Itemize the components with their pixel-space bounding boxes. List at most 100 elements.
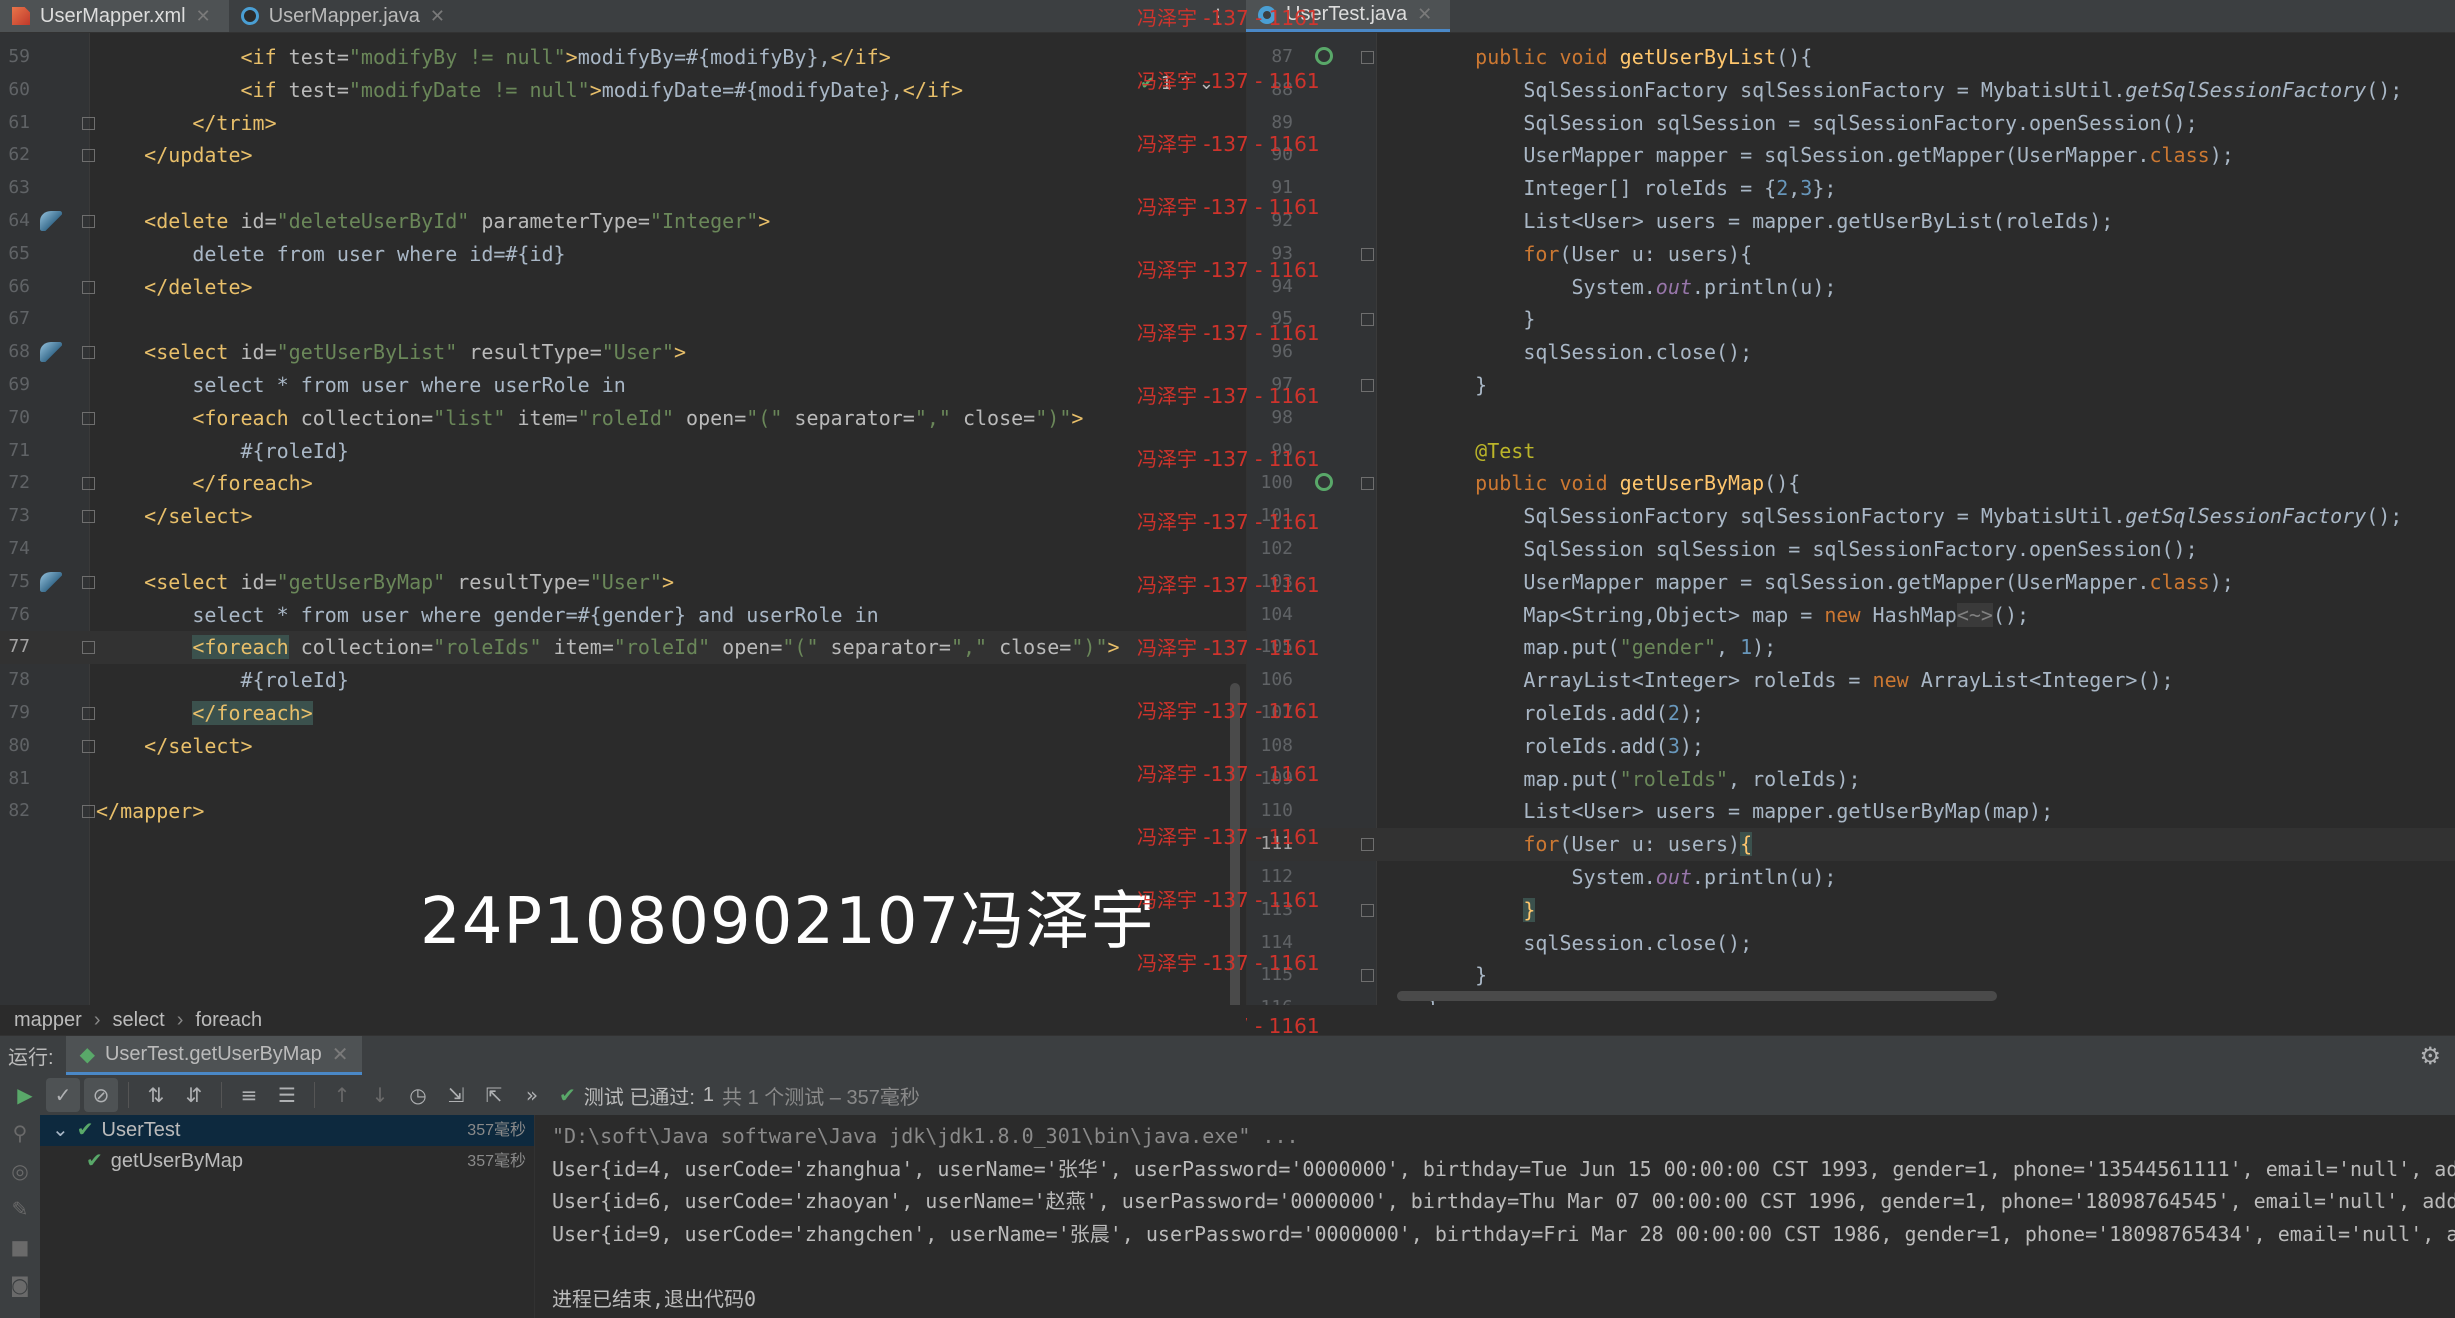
- code-line[interactable]: 65 delete from user where id=#{id}: [0, 238, 1246, 271]
- code-line[interactable]: 72 </foreach>: [0, 467, 1246, 500]
- code-line[interactable]: 98: [1247, 402, 2455, 435]
- code-line[interactable]: 66 </delete>: [0, 271, 1246, 304]
- code-line[interactable]: 110 List<User> users = mapper.getUserByM…: [1247, 795, 2455, 828]
- code-line[interactable]: 107 roleIds.add(2);: [1247, 697, 2455, 730]
- code-line[interactable]: 88 SqlSessionFactory sqlSessionFactory =…: [1247, 74, 2455, 107]
- code-line[interactable]: 80 </select>: [0, 730, 1246, 763]
- test-tree-node[interactable]: ✔ getUserByMap 357毫秒: [40, 1146, 534, 1177]
- code-line[interactable]: 92 List<User> users = mapper.getUserByLi…: [1247, 205, 2455, 238]
- fold-marker-icon[interactable]: [1361, 51, 1374, 64]
- code-line[interactable]: 90 UserMapper mapper = sqlSession.getMap…: [1247, 139, 2455, 172]
- pin-icon[interactable]: ⚲: [13, 1121, 28, 1145]
- code-line[interactable]: 64 <delete id="deleteUserById" parameter…: [0, 205, 1246, 238]
- code-line[interactable]: 111 for(User u: users){: [1247, 828, 2455, 861]
- code-line[interactable]: 100 public void getUserByMap(){: [1247, 467, 2455, 500]
- close-icon[interactable]: ✕: [196, 6, 211, 27]
- fold-marker-icon[interactable]: [1361, 838, 1374, 852]
- expand-all-icon[interactable]: ≡: [232, 1078, 266, 1112]
- code-line[interactable]: 103 UserMapper mapper = sqlSession.getMa…: [1247, 566, 2455, 599]
- code-line[interactable]: 81: [0, 763, 1246, 796]
- code-line[interactable]: 99 @Test: [1247, 435, 2455, 468]
- inspection-widget[interactable]: ✔ 1 ⌃ ⌄: [1140, 73, 1214, 94]
- run-test-icon[interactable]: [1315, 47, 1333, 65]
- breadcrumb-item[interactable]: foreach: [195, 1009, 262, 1032]
- code-line[interactable]: 105 map.put("gender", 1);: [1247, 631, 2455, 664]
- previous-failed-icon[interactable]: ↑: [325, 1078, 359, 1112]
- stop-icon[interactable]: ■: [11, 1235, 30, 1259]
- java-editor[interactable]: 87 public void getUserByList(){88 SqlSes…: [1246, 33, 2455, 1005]
- fold-marker-icon[interactable]: [1361, 247, 1374, 261]
- code-line[interactable]: 101 SqlSessionFactory sqlSessionFactory …: [1247, 500, 2455, 533]
- code-line[interactable]: 112 System.out.println(u);: [1247, 861, 2455, 894]
- code-line[interactable]: 93 for(User u: users){: [1247, 238, 2455, 271]
- code-line[interactable]: 104 Map<String,Object> map = new HashMap…: [1247, 599, 2455, 632]
- console-output[interactable]: "D:\soft\Java software\Java jdk\jdk1.8.0…: [536, 1115, 2455, 1318]
- code-line[interactable]: 69 select * from user where userRole in: [0, 369, 1246, 402]
- code-line[interactable]: 109 map.put("roleIds", roleIds);: [1247, 763, 2455, 796]
- mybatis-navigate-icon[interactable]: [40, 210, 62, 231]
- code-line[interactable]: 60 <if test="modifyDate != null">modifyD…: [0, 74, 1246, 107]
- fold-marker-icon[interactable]: [82, 149, 95, 163]
- fold-marker-icon[interactable]: [1361, 903, 1374, 917]
- fold-marker-icon[interactable]: [82, 411, 95, 425]
- fold-marker-icon[interactable]: [82, 214, 95, 228]
- more-icon[interactable]: ⋮: [1208, 4, 1228, 28]
- rerun-icon[interactable]: ▶: [8, 1078, 42, 1112]
- code-line[interactable]: 95 }: [1247, 303, 2455, 336]
- code-line[interactable]: 63: [0, 172, 1246, 205]
- fold-marker-icon[interactable]: [1361, 477, 1374, 491]
- code-line[interactable]: 75 <select id="getUserByMap" resultType=…: [0, 566, 1246, 599]
- code-line[interactable]: 68 <select id="getUserByList" resultType…: [0, 336, 1246, 369]
- code-line[interactable]: 73 </select>: [0, 500, 1246, 533]
- code-line[interactable]: 76 select * from user where gender=#{gen…: [0, 599, 1246, 632]
- mybatis-navigate-icon[interactable]: [40, 571, 62, 592]
- run-tab[interactable]: ◆ UserTest.getUserByMap ✕: [65, 1036, 363, 1075]
- close-icon[interactable]: ✕: [430, 6, 445, 27]
- fold-marker-icon[interactable]: [82, 706, 95, 720]
- show-passed-icon[interactable]: ✓: [46, 1078, 80, 1112]
- export-tests-icon[interactable]: ⇱: [477, 1078, 511, 1112]
- code-line[interactable]: 59 <if test="modifyBy != null">modifyBy=…: [0, 41, 1246, 74]
- chevron-down-icon[interactable]: ⌄: [52, 1115, 69, 1146]
- code-line[interactable]: 94 System.out.println(u);: [1247, 271, 2455, 304]
- chevron-down-icon[interactable]: ⌄: [1199, 73, 1214, 94]
- fold-marker-icon[interactable]: [82, 641, 95, 655]
- collapse-all-icon[interactable]: ☰: [270, 1078, 304, 1112]
- fold-marker-icon[interactable]: [82, 116, 95, 130]
- fold-marker-icon[interactable]: [82, 739, 95, 753]
- wrench-icon[interactable]: ✎: [12, 1197, 29, 1221]
- next-failed-icon[interactable]: ↓: [363, 1078, 397, 1112]
- code-line[interactable]: 87 public void getUserByList(){: [1247, 41, 2455, 74]
- camera-icon[interactable]: ◙: [10, 1273, 29, 1297]
- code-line[interactable]: 108 roleIds.add(3);: [1247, 730, 2455, 763]
- xml-editor[interactable]: 59 <if test="modifyBy != null">modifyBy=…: [0, 33, 1246, 1005]
- fold-marker-icon[interactable]: [82, 346, 95, 360]
- code-line[interactable]: 61 </trim>: [0, 107, 1246, 140]
- history-icon[interactable]: ◷: [401, 1078, 435, 1112]
- fold-marker-icon[interactable]: [82, 510, 95, 524]
- sort-duration-icon[interactable]: ⇵: [177, 1078, 211, 1112]
- code-line[interactable]: 102 SqlSession sqlSession = sqlSessionFa…: [1247, 533, 2455, 566]
- code-line[interactable]: 62 </update>: [0, 139, 1246, 172]
- vertical-scrollbar[interactable]: [1230, 683, 1240, 1005]
- code-line[interactable]: 106 ArrayList<Integer> roleIds = new Arr…: [1247, 664, 2455, 697]
- code-line[interactable]: 82 </mapper>: [0, 795, 1246, 828]
- fold-marker-icon[interactable]: [82, 575, 95, 589]
- close-icon[interactable]: ✕: [332, 1042, 349, 1067]
- horizontal-scrollbar[interactable]: [1397, 991, 1997, 1001]
- show-ignored-icon[interactable]: ⊘: [84, 1078, 118, 1112]
- tab-usermapper-java[interactable]: UserMapper.java ✕: [229, 0, 463, 32]
- code-line[interactable]: 97 }: [1247, 369, 2455, 402]
- code-line[interactable]: 67: [0, 303, 1246, 336]
- code-line[interactable]: 78 #{roleId}: [0, 664, 1246, 697]
- code-line[interactable]: 77 <foreach collection="roleIds" item="r…: [0, 631, 1246, 665]
- tab-usermapper-xml[interactable]: UserMapper.xml ✕: [0, 0, 229, 32]
- fold-marker-icon[interactable]: [1361, 313, 1374, 327]
- code-line[interactable]: 71 #{roleId}: [0, 435, 1246, 468]
- breadcrumb-item[interactable]: select: [112, 1009, 164, 1032]
- mybatis-navigate-icon[interactable]: [40, 342, 62, 363]
- fold-marker-icon[interactable]: [1361, 378, 1374, 392]
- fold-marker-icon[interactable]: [1361, 969, 1374, 983]
- gear-icon[interactable]: ⚙: [2419, 1042, 2441, 1071]
- fold-marker-icon[interactable]: [82, 805, 95, 819]
